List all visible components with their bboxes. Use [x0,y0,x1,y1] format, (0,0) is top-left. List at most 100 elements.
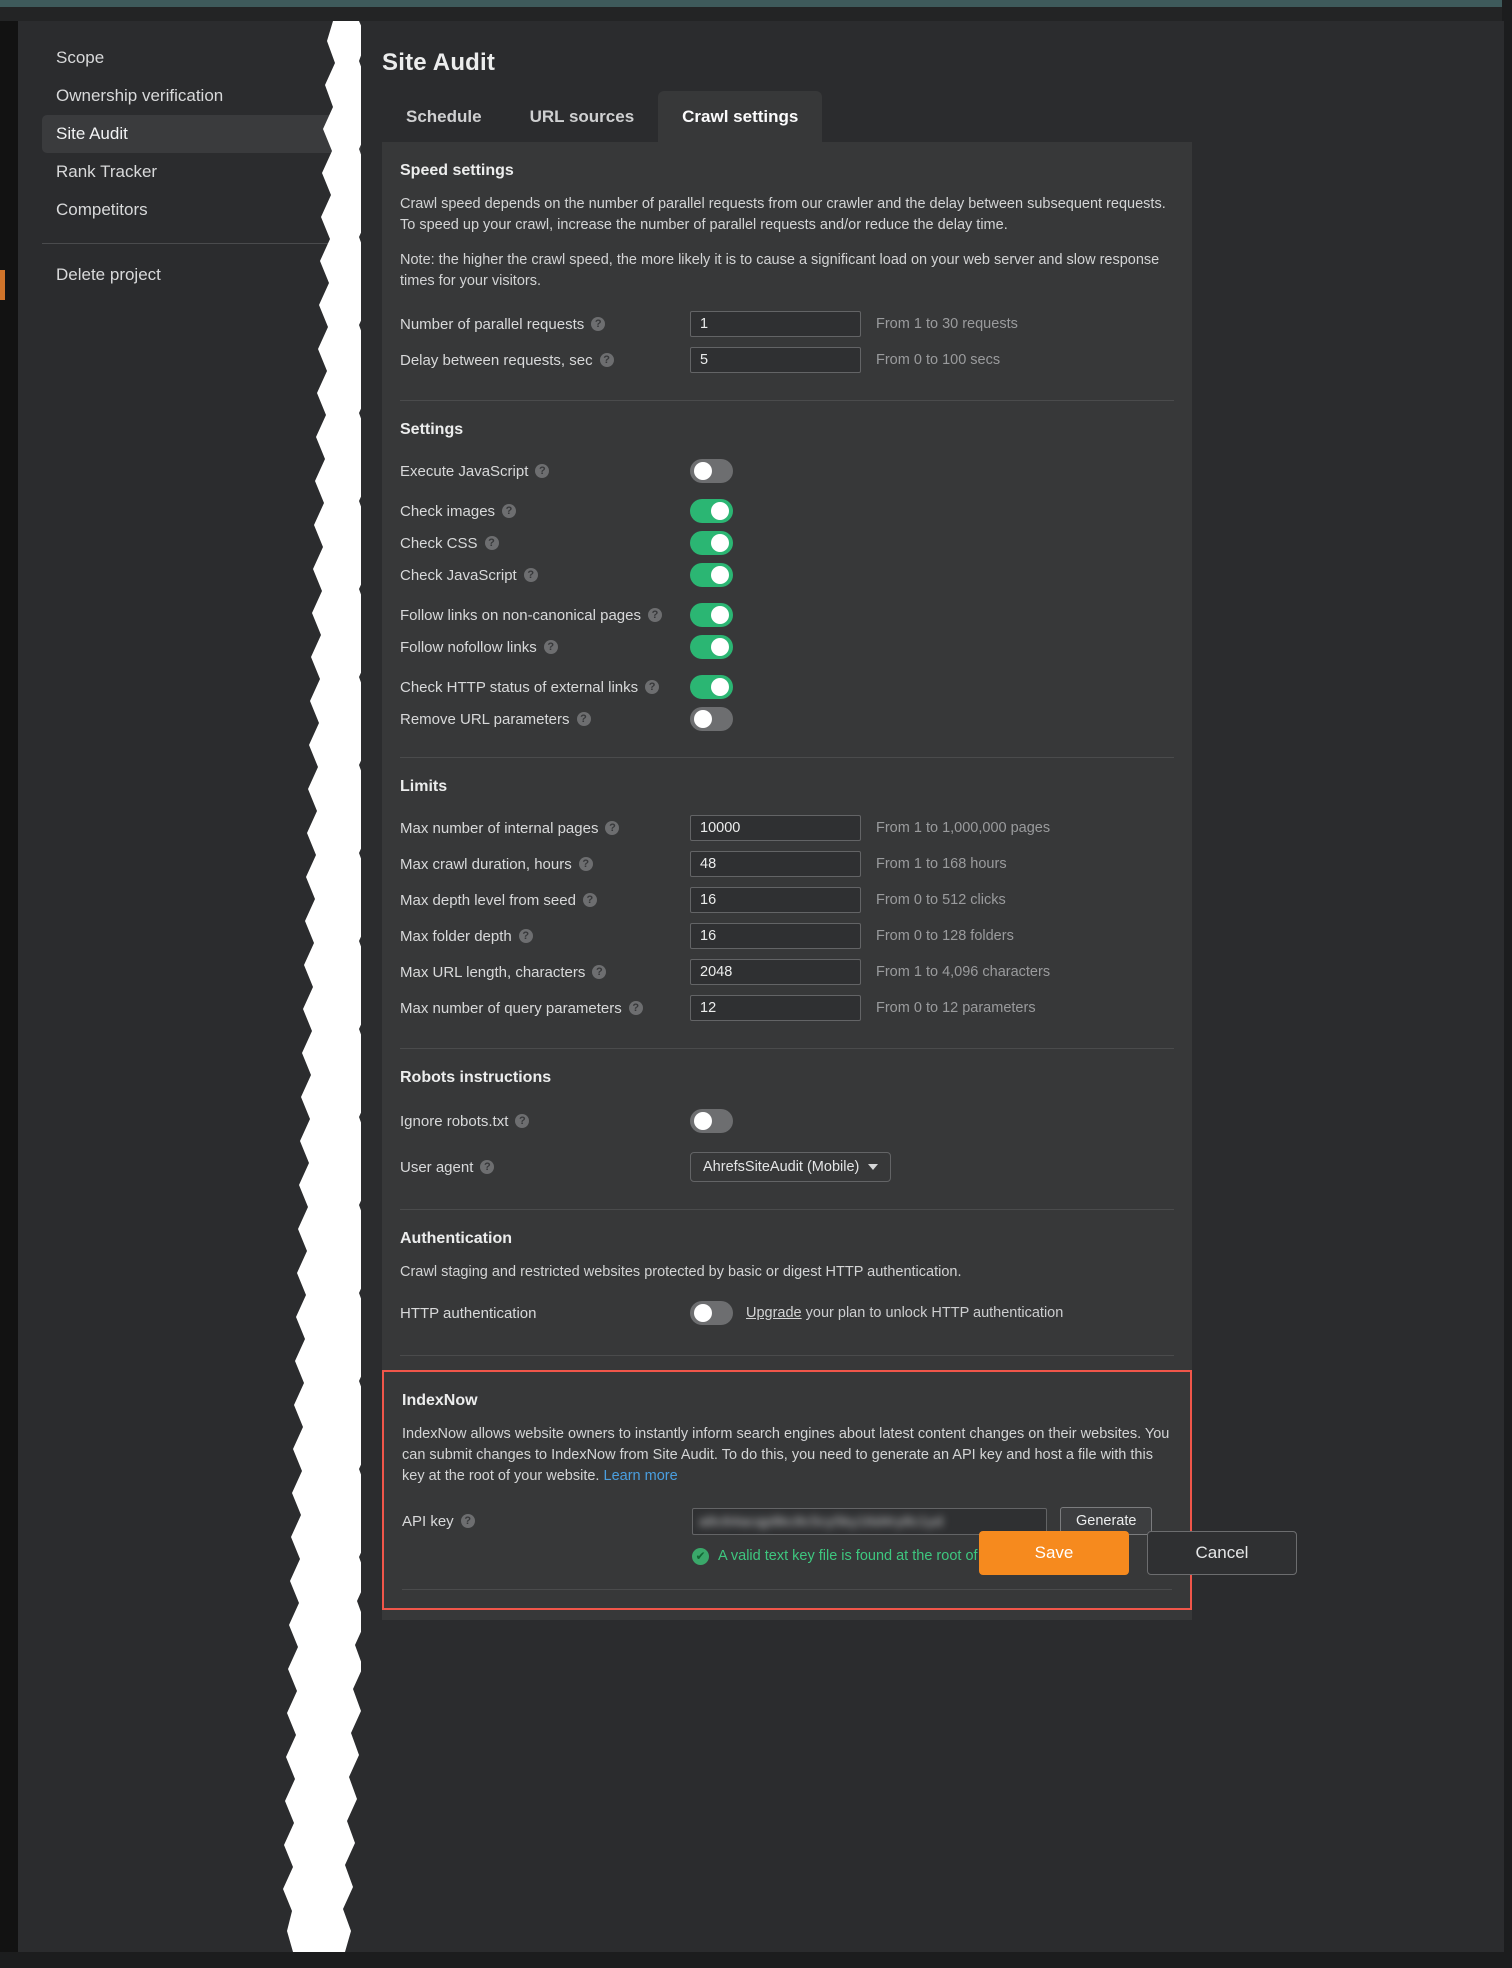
indexnow-description: IndexNow allows website owners to instan… [402,1424,1172,1487]
torn-paper-overlay [263,21,373,1952]
help-icon[interactable]: ? [480,1160,495,1174]
field-row-max-internal-pages: Max number of internal pages ? 10000 Fro… [400,810,1174,846]
crawl-settings-panel: Speed settings Crawl speed depends on th… [382,142,1192,1620]
label-text: Check JavaScript [400,566,517,584]
toggle-knob [694,710,712,728]
help-icon[interactable]: ? [460,1514,475,1528]
tab-url-sources[interactable]: URL sources [506,91,659,143]
project-settings-modal: Scope Ownership verification Site Audit … [18,21,1504,1952]
help-icon[interactable]: ? [576,712,591,726]
bottom-edge [0,1952,1512,1968]
help-icon[interactable]: ? [599,353,614,367]
label-text: Max depth level from seed [400,891,576,909]
label-max-crawl-duration: Max crawl duration, hours ? [400,856,690,873]
cancel-button[interactable]: Cancel [1147,1531,1297,1575]
toggle-row-check-css: Check CSS ? [400,527,1174,559]
toggle-ignore-robots[interactable] [690,1109,733,1133]
toggle-check-javascript[interactable] [690,563,733,587]
help-icon[interactable]: ? [628,1001,643,1015]
input-max-crawl-duration[interactable]: 48 [690,851,861,877]
help-icon[interactable]: ? [591,317,606,331]
input-max-query-parameters[interactable]: 12 [690,995,861,1021]
label-text: Check CSS [400,534,478,552]
label-text: Ignore robots.txt [400,1112,509,1130]
label-max-folder-depth: Max folder depth ? [400,928,690,945]
help-icon[interactable]: ? [535,464,550,478]
help-icon[interactable]: ? [592,965,607,979]
toggle-execute-javascript[interactable] [690,459,733,483]
help-icon[interactable]: ? [645,680,660,694]
label-text: Max number of query parameters [400,999,622,1017]
help-icon[interactable]: ? [543,640,558,654]
indexnow-title: IndexNow [402,1392,478,1409]
select-user-agent-value: AhrefsSiteAudit (Mobile) [703,1159,860,1175]
toggle-row-check-javascript: Check JavaScript ? [400,559,1174,591]
app-left-rail [0,21,18,1968]
label-remove-url-parameters: Remove URL parameters ? [400,711,690,728]
help-icon[interactable]: ? [578,857,593,871]
hint-delay-between-requests: From 0 to 100 secs [876,352,1001,368]
help-icon[interactable]: ? [605,821,620,835]
help-icon[interactable]: ? [523,568,538,582]
label-delay-between-requests: Delay between requests, sec ? [400,352,690,369]
input-max-url-length[interactable]: 2048 [690,959,861,985]
help-icon[interactable]: ? [647,608,662,622]
input-max-depth-level[interactable]: 16 [690,887,861,913]
crawl-settings-pane: Site Audit Schedule URL sources Crawl se… [361,21,1504,1952]
check-circle-icon: ✔ [692,1547,709,1565]
toggle-check-external-links[interactable] [690,675,733,699]
toggle-http-authentication[interactable] [690,1301,733,1325]
help-icon[interactable]: ? [502,504,517,518]
authentication-section: Authentication Crawl staging and restric… [382,1210,1192,1356]
toggle-row-http-authentication: HTTP authentication Upgrade your plan to… [400,1293,1174,1333]
toggle-check-css[interactable] [690,531,733,555]
toggle-knob [711,534,729,552]
label-max-depth-level: Max depth level from seed ? [400,892,690,909]
toggle-knob [711,678,729,696]
help-icon[interactable]: ? [515,1114,530,1128]
label-http-authentication: HTTP authentication [400,1305,690,1322]
toggle-knob [694,1304,712,1322]
authentication-title: Authentication [400,1230,512,1247]
toggle-follow-nofollow[interactable] [690,635,733,659]
input-parallel-requests[interactable]: 1 [690,311,861,337]
left-rail-accent [0,270,5,300]
input-delay-between-requests[interactable]: 5 [690,347,861,373]
toggle-check-images[interactable] [690,499,733,523]
toggle-knob [711,566,729,584]
speed-paragraph-2: Note: the higher the crawl speed, the mo… [400,252,1160,289]
toggle-row-check-external-links: Check HTTP status of external links ? [400,671,1174,703]
label-text: Max crawl duration, hours [400,855,572,873]
help-icon[interactable]: ? [484,536,499,550]
input-max-internal-pages[interactable]: 10000 [690,815,861,841]
browser-tab-strip [0,7,1512,21]
upgrade-link[interactable]: Upgrade [746,1305,802,1321]
section-divider [402,1589,1172,1590]
field-row-max-folder-depth: Max folder depth ? 16 From 0 to 128 fold… [400,918,1174,954]
toggle-row-execute-javascript: Execute JavaScript ? [400,451,1174,491]
upgrade-notice: Upgrade your plan to unlock HTTP authent… [746,1305,1063,1321]
toggle-knob [711,638,729,656]
select-user-agent[interactable]: AhrefsSiteAudit (Mobile) [690,1152,892,1182]
help-icon[interactable]: ? [582,893,597,907]
settings-section: Settings Execute JavaScript ? Check imag… [382,401,1192,758]
toggle-remove-url-parameters[interactable] [690,707,733,731]
label-ignore-robots: Ignore robots.txt ? [400,1113,690,1130]
speed-settings-section: Speed settings Crawl speed depends on th… [382,142,1192,401]
help-icon[interactable]: ? [518,929,533,943]
hint-max-crawl-duration: From 1 to 168 hours [876,856,1007,872]
learn-more-link[interactable]: Learn more [604,1468,678,1484]
toggle-row-check-images: Check images ? [400,495,1174,527]
label-check-external-links: Check HTTP status of external links ? [400,679,690,696]
toggle-follow-noncanonical[interactable] [690,603,733,627]
label-execute-javascript: Execute JavaScript ? [400,463,690,480]
input-max-folder-depth[interactable]: 16 [690,923,861,949]
label-max-internal-pages: Max number of internal pages ? [400,820,690,837]
section-divider [400,1355,1174,1356]
limits-title: Limits [400,778,448,795]
save-button[interactable]: Save [979,1531,1129,1575]
field-row-max-depth-level: Max depth level from seed ? 16 From 0 to… [400,882,1174,918]
tab-schedule[interactable]: Schedule [382,91,506,143]
toggle-row-follow-noncanonical: Follow links on non-canonical pages ? [400,599,1174,631]
tab-crawl-settings[interactable]: Crawl settings [658,91,823,143]
